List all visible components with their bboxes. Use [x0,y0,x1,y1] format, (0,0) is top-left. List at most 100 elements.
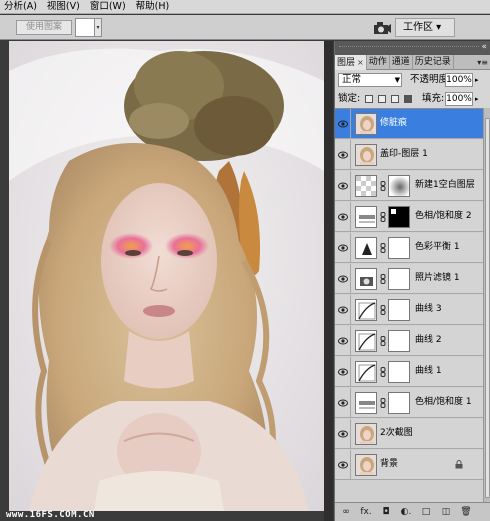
tab-history[interactable]: 历史记录 [413,55,454,70]
panel-header[interactable]: « [335,41,490,55]
layer-name: 色相/饱和度 1 [415,397,472,407]
layer-name: 色相/饱和度 2 [415,211,472,221]
layer-mask-thumbnail[interactable] [388,237,410,259]
eye-icon[interactable] [335,140,351,170]
link-icon[interactable] [380,336,386,346]
layer-row[interactable]: 照片滤镜 1 [335,264,483,294]
adjustment-icon[interactable] [355,206,377,228]
layer-row[interactable]: 新建1空白图层 [335,171,483,201]
eye-icon[interactable] [335,450,351,480]
fx-icon[interactable]: fx. [359,506,373,518]
close-icon[interactable]: × [357,58,364,67]
panel-tabs: 图层 × 动作 通道 历史记录 [335,55,490,70]
eye-icon[interactable] [335,171,351,201]
layer-row[interactable]: 曲线 2 [335,326,483,356]
layer-thumbnail[interactable] [355,423,377,445]
layer-mask-thumbnail[interactable] [388,268,410,290]
eye-icon[interactable] [335,295,351,325]
layer-thumbnail[interactable] [355,144,377,166]
layer-mask-thumbnail[interactable] [388,299,410,321]
fill-input[interactable]: 100% [445,92,473,106]
lock-icon [455,460,463,469]
layer-row[interactable]: 色相/饱和度 1 [335,388,483,418]
adjustment-icon[interactable] [355,392,377,414]
menu-view[interactable]: 视图(V) [43,0,86,14]
layer-row[interactable]: 色相/饱和度 2 [335,202,483,232]
blend-mode-select[interactable]: 正常 ▼ [338,73,402,87]
layer-row[interactable]: 修脏痕 [335,109,483,139]
layer-mask-thumbnail[interactable] [388,392,410,414]
link-icon[interactable] [380,305,386,315]
lock-position-icon[interactable] [391,95,399,103]
adjustment-icon[interactable] [355,361,377,383]
adjustment-icon[interactable] [355,299,377,321]
menu-bar: 分析(A) 视图(V) 窗口(W) 帮助(H) [0,0,490,14]
workspace-button[interactable]: 工作区 ▾ [395,18,455,37]
layer-mask-thumbnail[interactable] [388,175,410,197]
layer-thumbnail[interactable] [355,113,377,135]
tab-channels[interactable]: 通道 [390,55,413,70]
link-icon[interactable] [380,212,386,222]
adjustment-icon[interactable] [355,330,377,352]
layer-row[interactable]: 2次截图 [335,419,483,449]
collapse-icon[interactable]: « [481,42,487,53]
layer-thumbnail[interactable] [355,454,377,476]
tab-layers-label: 图层 [337,58,356,68]
scroll-thumb[interactable] [485,118,490,498]
new-layer-icon[interactable]: ◫ [439,506,453,518]
layers-scrollbar[interactable] [483,108,490,502]
pattern-dropdown-arrow[interactable]: ▾ [95,18,102,37]
layer-mask-thumbnail[interactable] [388,206,410,228]
use-pattern-button[interactable]: 使用图案 [16,20,72,35]
link-icon[interactable] [380,398,386,408]
link-icon[interactable] [380,243,386,253]
fill-label: 填充: [422,93,445,104]
eye-icon[interactable] [335,326,351,356]
adjustment-icon[interactable] [355,268,377,290]
tab-layers[interactable]: 图层 × [335,55,367,70]
pattern-swatch[interactable] [75,18,95,37]
adjustment-icon[interactable]: ◐. [399,506,413,518]
fill-arrow-icon[interactable]: ▸ [475,92,479,106]
eye-icon[interactable] [335,264,351,294]
eye-icon[interactable] [335,202,351,232]
opacity-arrow-icon[interactable]: ▸ [475,73,479,87]
menu-analysis[interactable]: 分析(A) [0,0,43,14]
layer-row[interactable]: 盖印-图层 1 [335,140,483,170]
menu-help[interactable]: 帮助(H) [132,0,176,14]
link-icon[interactable] [380,274,386,284]
blend-mode-value: 正常 [342,74,362,85]
panel-grip[interactable] [339,46,479,49]
eye-icon[interactable] [335,419,351,449]
tab-actions[interactable]: 动作 [367,55,390,70]
link-icon[interactable] [380,367,386,377]
layer-row[interactable]: 曲线 1 [335,357,483,387]
adjustment-icon[interactable] [355,237,377,259]
panel-menu-icon[interactable]: ▾≡ [477,55,488,70]
panel-footer: ∞ fx. ◘ ◐. □ ◫ 🗑 [335,502,490,521]
link-icon[interactable]: ∞ [339,506,353,518]
layer-mask-thumbnail[interactable] [388,330,410,352]
lock-pixels-icon[interactable] [378,95,386,103]
camera-icon[interactable] [372,19,392,36]
eye-icon[interactable] [335,357,351,387]
layer-mask-thumbnail[interactable] [388,361,410,383]
lock-transparent-icon[interactable] [365,95,373,103]
lock-all-icon[interactable] [404,95,412,103]
group-icon[interactable]: □ [419,506,433,518]
document-scrollbar[interactable] [324,41,333,521]
eye-icon[interactable] [335,109,351,139]
eye-icon[interactable] [335,388,351,418]
link-icon[interactable] [380,181,386,191]
opacity-input[interactable]: 100% [445,73,473,87]
layer-row[interactable]: 曲线 3 [335,295,483,325]
layer-row[interactable]: 背景 [335,450,483,480]
layer-row[interactable]: 色彩平衡 1 [335,233,483,263]
eye-icon[interactable] [335,233,351,263]
mask-icon[interactable]: ◘ [379,506,393,518]
layer-thumbnail[interactable] [355,175,377,197]
menu-window[interactable]: 窗口(W) [86,0,132,14]
trash-icon[interactable]: 🗑 [459,506,473,518]
canvas-photo[interactable] [9,41,324,511]
lock-label: 锁定: [338,93,361,104]
